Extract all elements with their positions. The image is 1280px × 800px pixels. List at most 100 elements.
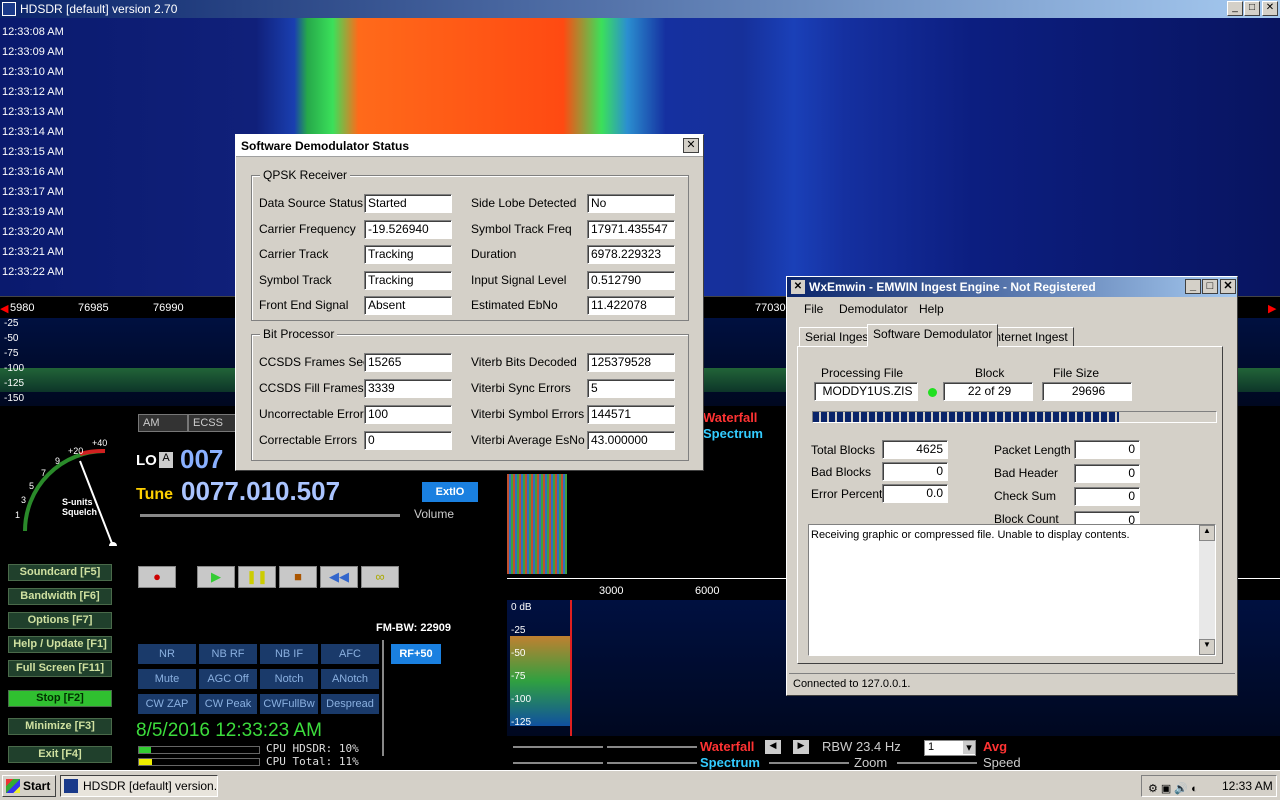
minimize-icon[interactable]: _ xyxy=(1185,279,1201,294)
taskbar-hdsdr[interactable]: HDSDR [default] version... xyxy=(60,775,218,797)
stat-value[interactable]: 0.0 xyxy=(882,484,948,503)
waterfall-timestamp: 12:33:21 AM xyxy=(2,246,64,258)
pause-button[interactable]: ❚❚ xyxy=(238,566,276,588)
field-value[interactable]: 125379528 xyxy=(587,353,675,372)
cpu-hdsdr-bar xyxy=(138,746,260,754)
maximize-icon[interactable]: □ xyxy=(1244,1,1260,16)
field-value[interactable]: No xyxy=(587,194,675,213)
ecss-mode-button[interactable]: ECSS xyxy=(188,414,238,432)
file-size-field[interactable]: 29696 xyxy=(1042,382,1132,401)
processing-file-field[interactable]: MODDY1US.ZIS xyxy=(814,382,918,401)
filter-button[interactable]: CWFullBw xyxy=(260,694,318,714)
side-button[interactable]: Stop [F2] xyxy=(8,690,112,707)
lo-a-button[interactable]: A xyxy=(159,452,173,468)
start-button[interactable]: Start xyxy=(2,775,56,797)
field-value[interactable]: 0 xyxy=(364,431,452,450)
scroll-right-icon[interactable]: ▶ xyxy=(1268,302,1276,315)
extio-button[interactable]: ExtIO xyxy=(422,482,478,502)
stat-value[interactable]: 4625 xyxy=(882,440,948,459)
rewind-button[interactable]: ◀◀ xyxy=(320,566,358,588)
tray-icons[interactable]: ⚙ ▣ 🔊 ◐ xyxy=(1148,779,1198,799)
rf-gain-slider[interactable] xyxy=(382,640,384,756)
filter-button[interactable]: CW ZAP xyxy=(138,694,196,714)
field-value[interactable]: 6978.229323 xyxy=(587,245,675,264)
rf-gain-button[interactable]: RF+50 xyxy=(391,644,441,664)
side-button[interactable]: Minimize [F3] xyxy=(8,718,112,735)
filter-button[interactable]: AGC Off xyxy=(199,669,257,689)
close-icon[interactable]: ✕ xyxy=(1262,1,1278,16)
demod-title-bar: Software Demodulator Status xyxy=(236,135,703,157)
arrow-right-icon[interactable]: ▶ xyxy=(793,740,809,754)
stop-playback-button[interactable]: ■ xyxy=(279,566,317,588)
volume-slider[interactable] xyxy=(140,514,400,517)
stat-label: Bad Blocks xyxy=(811,465,872,479)
spectrum-slider-1[interactable] xyxy=(513,762,603,764)
filter-button[interactable]: NB IF xyxy=(260,644,318,664)
filter-button[interactable]: ANotch xyxy=(321,669,379,689)
menu-file[interactable]: File xyxy=(804,302,823,316)
zoom-slider[interactable] xyxy=(769,762,849,764)
side-button[interactable]: Bandwidth [F6] xyxy=(8,588,112,605)
message-scrollbar[interactable]: ▲ ▼ xyxy=(1199,525,1215,655)
side-button[interactable]: Help / Update [F1] xyxy=(8,636,112,653)
field-value[interactable]: 3339 xyxy=(364,379,452,398)
field-value[interactable]: Tracking xyxy=(364,270,452,290)
field-value[interactable]: 17971.435547 xyxy=(587,219,675,239)
filter-button[interactable]: NR xyxy=(138,644,196,664)
waterfall-slider-2[interactable] xyxy=(607,746,697,748)
menu-help[interactable]: Help xyxy=(919,302,944,316)
field-value[interactable]: Started xyxy=(364,194,452,213)
menu-demodulator[interactable]: Demodulator xyxy=(839,302,908,316)
side-button[interactable]: Exit [F4] xyxy=(8,746,112,763)
field-value[interactable]: -19.526940 xyxy=(364,219,452,239)
message-area[interactable]: Receiving graphic or compressed file. Un… xyxy=(808,524,1216,656)
field-value[interactable]: 15265 xyxy=(364,353,452,372)
loop-button[interactable]: ∞ xyxy=(361,566,399,588)
block-field[interactable]: 22 of 29 xyxy=(943,382,1033,401)
field-value[interactable]: Absent xyxy=(364,296,452,315)
waterfall-slider-1[interactable] xyxy=(513,746,603,748)
maximize-icon[interactable]: □ xyxy=(1202,279,1218,294)
tab-serial-ingest[interactable]: Serial Ingest xyxy=(799,327,878,347)
tune-frequency[interactable]: 0077.010.507 xyxy=(181,476,340,507)
field-value[interactable]: 144571 xyxy=(587,405,675,424)
stat-value[interactable]: 0 xyxy=(1074,487,1140,506)
am-mode-button[interactable]: AM xyxy=(138,414,188,432)
filter-button[interactable]: CW Peak xyxy=(199,694,257,714)
filter-button[interactable]: NB RF xyxy=(199,644,257,664)
block-label: Block xyxy=(975,366,1005,380)
filter-button[interactable]: Mute xyxy=(138,669,196,689)
stat-value[interactable]: 0 xyxy=(1074,463,1140,483)
stat-value[interactable]: 0 xyxy=(1074,440,1140,459)
side-button[interactable]: Options [F7] xyxy=(8,612,112,629)
close-icon[interactable]: ✕ xyxy=(1220,279,1236,294)
spectrum-slider-2[interactable] xyxy=(607,762,697,764)
scroll-left-icon[interactable]: ◀ xyxy=(0,302,8,315)
field-value[interactable]: 0.512790 xyxy=(587,270,675,290)
wxemwin-window: ✕ WxEmwin - EMWIN Ingest Engine - Not Re… xyxy=(786,276,1238,696)
cpu-total-bar xyxy=(138,758,260,766)
field-value[interactable]: 11.422078 xyxy=(587,296,675,315)
play-button[interactable]: ▶ xyxy=(197,566,235,588)
field-value[interactable]: 100 xyxy=(364,405,452,424)
side-button[interactable]: Soundcard [F5] xyxy=(8,564,112,581)
side-button[interactable]: Full Screen [F11] xyxy=(8,660,112,677)
filter-button[interactable]: Despread xyxy=(321,694,379,714)
scroll-down-icon[interactable]: ▼ xyxy=(1199,639,1215,655)
minimize-icon[interactable]: _ xyxy=(1227,1,1243,16)
lo-frequency[interactable]: 007 xyxy=(180,444,223,475)
field-value[interactable]: 43.000000 xyxy=(587,431,675,450)
stat-value[interactable]: 0 xyxy=(882,462,948,481)
close-icon[interactable]: ✕ xyxy=(683,138,699,153)
af-waterfall[interactable] xyxy=(507,474,567,574)
arrow-left-icon[interactable]: ◀ xyxy=(765,740,781,754)
scroll-up-icon[interactable]: ▲ xyxy=(1199,525,1215,541)
filter-button[interactable]: Notch xyxy=(260,669,318,689)
avg-select[interactable]: 1 ▾ xyxy=(924,740,976,756)
filter-button[interactable]: AFC xyxy=(321,644,379,664)
record-button[interactable]: ● xyxy=(138,566,176,588)
tab-software-demodulator[interactable]: Software Demodulator xyxy=(867,324,999,347)
field-value[interactable]: 5 xyxy=(587,379,675,398)
speed-slider[interactable] xyxy=(897,762,977,764)
field-value[interactable]: Tracking xyxy=(364,245,452,264)
